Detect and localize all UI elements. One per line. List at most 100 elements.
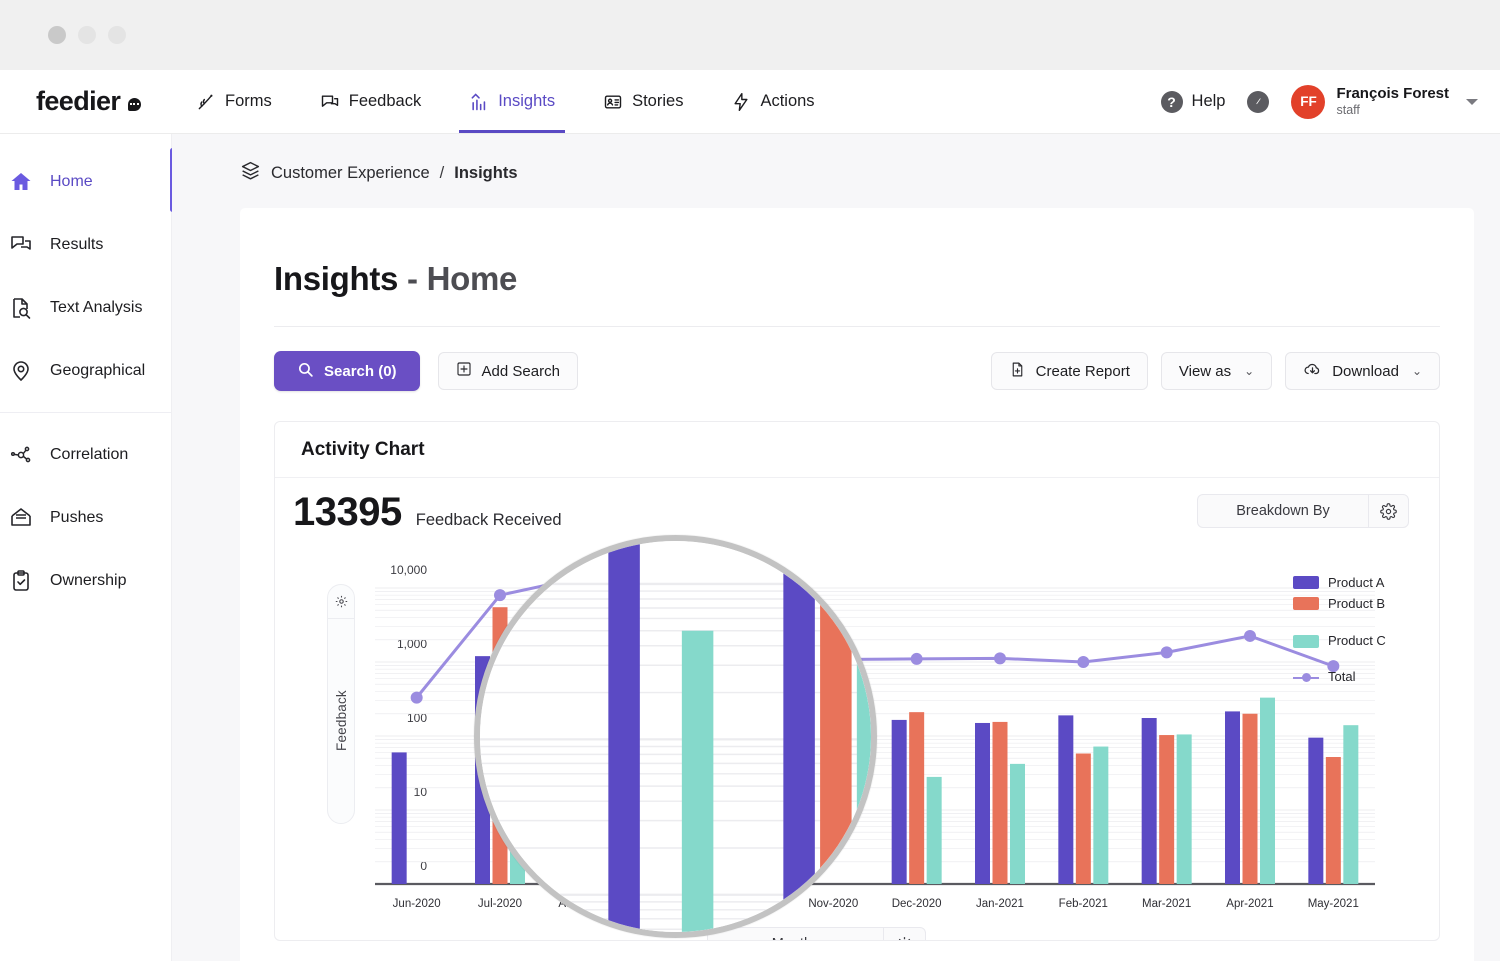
brand-name: feedier (36, 86, 120, 117)
user-role: staff (1336, 103, 1449, 118)
sidebar-label-correlation: Correlation (50, 446, 128, 464)
help-button[interactable]: ? Help (1161, 91, 1226, 113)
page-title: Insights - Home (274, 260, 1440, 298)
x-tick-label: Jun-2020 (375, 898, 458, 910)
search-button-label: Search (0) (324, 363, 397, 380)
breakdown-settings-button[interactable] (1368, 495, 1408, 527)
chevron-down-icon (1466, 99, 1478, 105)
brand-logo[interactable]: feedier (0, 86, 172, 117)
feedback-count-label: Feedback Received (416, 511, 562, 530)
legend-swatch (1293, 635, 1319, 648)
window-maximize-dot[interactable] (108, 26, 126, 44)
chart-svg (474, 535, 877, 938)
sidebar-item-text-analysis[interactable]: Text Analysis (0, 276, 171, 339)
x-tick-label: Feb-2021 (1042, 898, 1125, 910)
legend-item-product-b[interactable]: Product B (1293, 593, 1413, 614)
window-close-dot[interactable] (48, 26, 66, 44)
title-divider (274, 326, 1440, 327)
feedback-stat: 13395 Feedback Received (293, 490, 562, 535)
x-tick-label: Apr-2021 (1208, 898, 1291, 910)
gauge-icon[interactable] (1247, 91, 1269, 113)
legend-item-total[interactable]: Total (1293, 648, 1413, 684)
sidebar: Home Results Text Analysis (0, 134, 172, 961)
window-titlebar (0, 0, 1500, 70)
top-right-controls: ? Help FF François Forest staff (1161, 85, 1500, 119)
avatar: FF (1291, 85, 1325, 119)
nav-label-actions: Actions (760, 92, 814, 111)
page-title-dash: - (407, 260, 418, 297)
magnifier-lens[interactable]: Activity Chart 13395 Feedback Received B… (474, 535, 877, 938)
nav-item-actions[interactable]: Actions (707, 70, 838, 133)
sidebar-item-correlation[interactable]: Correlation (0, 423, 171, 486)
legend-label: Total (1328, 669, 1355, 684)
create-report-label: Create Report (1036, 363, 1130, 380)
help-label: Help (1192, 92, 1226, 111)
legend-item-product-a[interactable]: Product A (1293, 572, 1413, 593)
y-axis-settings-button[interactable] (328, 585, 354, 619)
nav-item-forms[interactable]: Forms (172, 70, 296, 133)
nav-label-stories: Stories (632, 92, 683, 111)
toolbar-right: Create Report View as ⌄ (991, 352, 1440, 390)
legend-label: Product B (1328, 596, 1385, 611)
chevron-down-icon: ⌄ (1244, 364, 1254, 378)
download-label: Download (1332, 363, 1399, 380)
window-minimize-dot[interactable] (78, 26, 96, 44)
feedback-icon (320, 92, 340, 112)
help-icon: ? (1161, 91, 1183, 113)
legend-item-product-c[interactable]: Product C (1293, 614, 1413, 648)
breakdown-by-control: Breakdown By (1197, 494, 1409, 528)
magnifier-card-copy: Activity Chart 13395 Feedback Received B… (474, 535, 877, 938)
search-icon (297, 361, 314, 382)
ownership-icon (8, 569, 34, 593)
forms-icon (196, 92, 216, 112)
chart-plot-area (474, 535, 877, 938)
nav-item-insights[interactable]: Insights (445, 70, 579, 133)
user-menu[interactable]: FF François Forest staff (1291, 85, 1478, 119)
nav-item-feedback[interactable]: Feedback (296, 70, 445, 133)
legend-line-marker (1293, 671, 1319, 684)
sidebar-item-results[interactable]: Results (0, 213, 171, 276)
sidebar-label-geographical: Geographical (50, 362, 145, 380)
chat-bubble-icon (128, 98, 141, 111)
user-name: François Forest (1336, 85, 1449, 102)
breadcrumb-root[interactable]: Customer Experience (271, 164, 430, 183)
sidebar-divider (0, 412, 171, 413)
chevron-down-icon: ⌄ (1412, 364, 1422, 378)
search-button[interactable]: Search (0) (274, 351, 420, 391)
x-tick-label: Jan-2021 (958, 898, 1041, 910)
view-as-label: View as (1179, 363, 1231, 380)
legend-label: Product C (1328, 633, 1386, 648)
x-tick-label: May-2021 (1292, 898, 1375, 910)
view-as-button[interactable]: View as ⌄ (1161, 352, 1272, 390)
months-settings-button[interactable] (883, 928, 925, 941)
nav-items: Forms Feedback Insights (172, 70, 839, 133)
file-plus-icon (1009, 361, 1026, 382)
sidebar-label-pushes: Pushes (50, 509, 103, 527)
sidebar-item-ownership[interactable]: Ownership (0, 549, 171, 612)
correlation-icon (8, 443, 34, 467)
download-button[interactable]: Download ⌄ (1285, 352, 1440, 390)
breadcrumb: Customer Experience / Insights (172, 134, 1500, 186)
sidebar-label-ownership: Ownership (50, 572, 126, 590)
sidebar-item-home[interactable]: Home (0, 150, 171, 213)
sidebar-item-geographical[interactable]: Geographical (0, 339, 171, 402)
sidebar-label-home: Home (50, 173, 93, 191)
add-search-label: Add Search (482, 363, 560, 380)
layers-icon (240, 160, 261, 186)
breakdown-by-label[interactable]: Breakdown By (1198, 495, 1368, 527)
text-analysis-icon (8, 296, 34, 320)
legend-swatch (1293, 576, 1319, 589)
legend-label: Product A (1328, 575, 1384, 590)
legend-swatch (1293, 597, 1319, 610)
page-title-sub: Home (427, 260, 518, 297)
actions-icon (731, 92, 751, 112)
add-search-button[interactable]: Add Search (438, 352, 578, 390)
pushes-icon (8, 506, 34, 530)
x-tick-label: Dec-2020 (875, 898, 958, 910)
create-report-button[interactable]: Create Report (991, 352, 1148, 390)
nav-label-forms: Forms (225, 92, 272, 111)
nav-item-stories[interactable]: Stories (579, 70, 707, 133)
sidebar-item-pushes[interactable]: Pushes (0, 486, 171, 549)
sidebar-label-text-analysis: Text Analysis (50, 299, 142, 317)
breadcrumb-current: Insights (454, 164, 517, 183)
